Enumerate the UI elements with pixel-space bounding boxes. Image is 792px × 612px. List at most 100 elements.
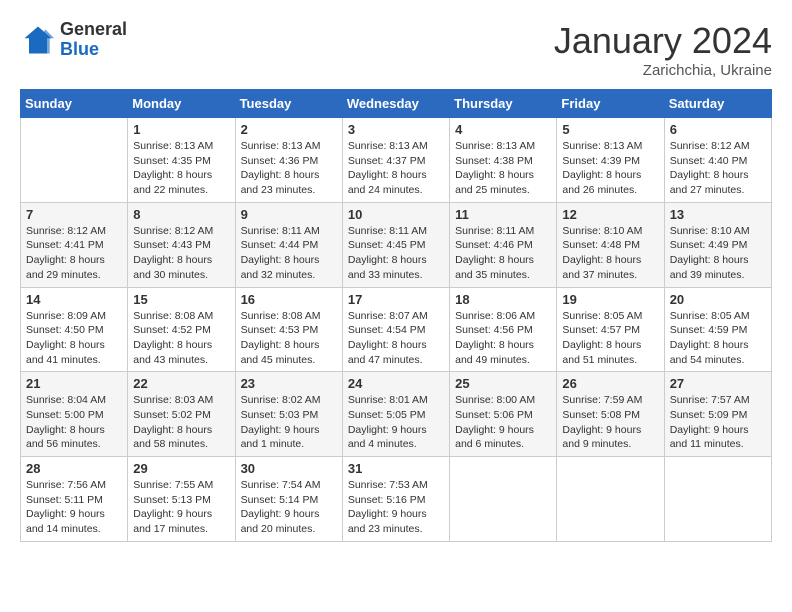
day-info: Sunrise: 7:54 AM Sunset: 5:14 PM Dayligh… [241, 478, 337, 537]
day-number: 26 [562, 376, 658, 391]
day-info: Sunrise: 8:08 AM Sunset: 4:52 PM Dayligh… [133, 309, 229, 368]
calendar-cell: 29 Sunrise: 7:55 AM Sunset: 5:13 PM Dayli… [128, 457, 235, 542]
calendar-cell: 31 Sunrise: 7:53 AM Sunset: 5:16 PM Dayli… [342, 457, 449, 542]
day-info: Sunrise: 7:56 AM Sunset: 5:11 PM Dayligh… [26, 478, 122, 537]
weekday-header-monday: Monday [128, 90, 235, 118]
day-info: Sunrise: 8:13 AM Sunset: 4:36 PM Dayligh… [241, 139, 337, 198]
week-row-5: 28 Sunrise: 7:56 AM Sunset: 5:11 PM Dayli… [21, 457, 772, 542]
calendar-cell: 24 Sunrise: 8:01 AM Sunset: 5:05 PM Dayli… [342, 372, 449, 457]
calendar-cell: 12 Sunrise: 8:10 AM Sunset: 4:48 PM Dayli… [557, 202, 664, 287]
day-info: Sunrise: 8:08 AM Sunset: 4:53 PM Dayligh… [241, 309, 337, 368]
calendar-cell: 15 Sunrise: 8:08 AM Sunset: 4:52 PM Dayli… [128, 287, 235, 372]
calendar-cell: 28 Sunrise: 7:56 AM Sunset: 5:11 PM Dayli… [21, 457, 128, 542]
title-block: January 2024 Zarichchia, Ukraine [554, 20, 772, 79]
day-number: 6 [670, 122, 766, 137]
calendar-cell: 30 Sunrise: 7:54 AM Sunset: 5:14 PM Dayli… [235, 457, 342, 542]
day-info: Sunrise: 8:11 AM Sunset: 4:44 PM Dayligh… [241, 224, 337, 283]
logo-general: General [60, 20, 127, 40]
calendar-cell: 19 Sunrise: 8:05 AM Sunset: 4:57 PM Dayli… [557, 287, 664, 372]
logo: General Blue [20, 20, 127, 60]
calendar-cell: 27Sunrise: 7:57 AM Sunset: 5:09 PM Dayli… [664, 372, 771, 457]
weekday-header-row: SundayMondayTuesdayWednesdayThursdayFrid… [21, 90, 772, 118]
day-info: Sunrise: 8:03 AM Sunset: 5:02 PM Dayligh… [133, 393, 229, 452]
day-info: Sunrise: 8:11 AM Sunset: 4:46 PM Dayligh… [455, 224, 551, 283]
day-number: 15 [133, 292, 229, 307]
day-info: Sunrise: 8:01 AM Sunset: 5:05 PM Dayligh… [348, 393, 444, 452]
logo-blue: Blue [60, 40, 127, 60]
day-info: Sunrise: 8:05 AM Sunset: 4:59 PM Dayligh… [670, 309, 766, 368]
day-info: Sunrise: 8:11 AM Sunset: 4:45 PM Dayligh… [348, 224, 444, 283]
calendar-cell: 16 Sunrise: 8:08 AM Sunset: 4:53 PM Dayli… [235, 287, 342, 372]
week-row-4: 21Sunrise: 8:04 AM Sunset: 5:00 PM Dayli… [21, 372, 772, 457]
day-info: Sunrise: 7:57 AM Sunset: 5:09 PM Dayligh… [670, 393, 766, 452]
day-info: Sunrise: 8:00 AM Sunset: 5:06 PM Dayligh… [455, 393, 551, 452]
calendar-cell: 8 Sunrise: 8:12 AM Sunset: 4:43 PM Daylig… [128, 202, 235, 287]
day-info: Sunrise: 8:09 AM Sunset: 4:50 PM Dayligh… [26, 309, 122, 368]
day-info: Sunrise: 7:55 AM Sunset: 5:13 PM Dayligh… [133, 478, 229, 537]
calendar-cell: 14Sunrise: 8:09 AM Sunset: 4:50 PM Dayli… [21, 287, 128, 372]
week-row-2: 7Sunrise: 8:12 AM Sunset: 4:41 PM Daylig… [21, 202, 772, 287]
calendar-cell: 23Sunrise: 8:02 AM Sunset: 5:03 PM Dayli… [235, 372, 342, 457]
day-number: 25 [455, 376, 551, 391]
day-info: Sunrise: 8:05 AM Sunset: 4:57 PM Dayligh… [562, 309, 658, 368]
day-info: Sunrise: 8:04 AM Sunset: 5:00 PM Dayligh… [26, 393, 122, 452]
day-number: 23 [241, 376, 337, 391]
calendar-cell: 26 Sunrise: 7:59 AM Sunset: 5:08 PM Dayli… [557, 372, 664, 457]
weekday-header-saturday: Saturday [664, 90, 771, 118]
day-number: 18 [455, 292, 551, 307]
day-info: Sunrise: 8:06 AM Sunset: 4:56 PM Dayligh… [455, 309, 551, 368]
calendar-table: SundayMondayTuesdayWednesdayThursdayFrid… [20, 89, 772, 542]
calendar-cell: 2Sunrise: 8:13 AM Sunset: 4:36 PM Daylig… [235, 118, 342, 203]
day-number: 28 [26, 461, 122, 476]
calendar-cell [557, 457, 664, 542]
weekday-header-sunday: Sunday [21, 90, 128, 118]
calendar-cell: 7Sunrise: 8:12 AM Sunset: 4:41 PM Daylig… [21, 202, 128, 287]
day-number: 4 [455, 122, 551, 137]
logo-icon [20, 22, 56, 58]
day-info: Sunrise: 8:12 AM Sunset: 4:40 PM Dayligh… [670, 139, 766, 198]
weekday-header-wednesday: Wednesday [342, 90, 449, 118]
day-number: 19 [562, 292, 658, 307]
day-info: Sunrise: 8:07 AM Sunset: 4:54 PM Dayligh… [348, 309, 444, 368]
day-number: 3 [348, 122, 444, 137]
day-number: 9 [241, 207, 337, 222]
day-info: Sunrise: 8:13 AM Sunset: 4:37 PM Dayligh… [348, 139, 444, 198]
day-number: 31 [348, 461, 444, 476]
calendar-cell [21, 118, 128, 203]
day-info: Sunrise: 8:10 AM Sunset: 4:48 PM Dayligh… [562, 224, 658, 283]
calendar-cell [450, 457, 557, 542]
weekday-header-friday: Friday [557, 90, 664, 118]
calendar-cell [664, 457, 771, 542]
calendar-cell: 3 Sunrise: 8:13 AM Sunset: 4:37 PM Daylig… [342, 118, 449, 203]
day-number: 8 [133, 207, 229, 222]
day-number: 10 [348, 207, 444, 222]
day-info: Sunrise: 8:13 AM Sunset: 4:35 PM Dayligh… [133, 139, 229, 198]
day-number: 17 [348, 292, 444, 307]
calendar-cell: 20Sunrise: 8:05 AM Sunset: 4:59 PM Dayli… [664, 287, 771, 372]
calendar-cell: 5Sunrise: 8:13 AM Sunset: 4:39 PM Daylig… [557, 118, 664, 203]
day-number: 16 [241, 292, 337, 307]
calendar-cell: 13Sunrise: 8:10 AM Sunset: 4:49 PM Dayli… [664, 202, 771, 287]
day-number: 24 [348, 376, 444, 391]
calendar-cell: 4Sunrise: 8:13 AM Sunset: 4:38 PM Daylig… [450, 118, 557, 203]
day-info: Sunrise: 7:59 AM Sunset: 5:08 PM Dayligh… [562, 393, 658, 452]
day-info: Sunrise: 8:12 AM Sunset: 4:43 PM Dayligh… [133, 224, 229, 283]
page-header: General Blue January 2024 Zarichchia, Uk… [20, 20, 772, 79]
day-number: 30 [241, 461, 337, 476]
day-number: 11 [455, 207, 551, 222]
day-number: 22 [133, 376, 229, 391]
day-info: Sunrise: 7:53 AM Sunset: 5:16 PM Dayligh… [348, 478, 444, 537]
week-row-1: 1 Sunrise: 8:13 AM Sunset: 4:35 PM Daylig… [21, 118, 772, 203]
calendar-cell: 1 Sunrise: 8:13 AM Sunset: 4:35 PM Daylig… [128, 118, 235, 203]
calendar-cell: 11 Sunrise: 8:11 AM Sunset: 4:46 PM Dayli… [450, 202, 557, 287]
location-subtitle: Zarichchia, Ukraine [554, 62, 772, 79]
weekday-header-tuesday: Tuesday [235, 90, 342, 118]
day-number: 12 [562, 207, 658, 222]
day-number: 29 [133, 461, 229, 476]
calendar-cell: 18 Sunrise: 8:06 AM Sunset: 4:56 PM Dayli… [450, 287, 557, 372]
week-row-3: 14Sunrise: 8:09 AM Sunset: 4:50 PM Dayli… [21, 287, 772, 372]
calendar-cell: 22 Sunrise: 8:03 AM Sunset: 5:02 PM Dayli… [128, 372, 235, 457]
day-number: 1 [133, 122, 229, 137]
day-number: 5 [562, 122, 658, 137]
calendar-cell: 10 Sunrise: 8:11 AM Sunset: 4:45 PM Dayli… [342, 202, 449, 287]
